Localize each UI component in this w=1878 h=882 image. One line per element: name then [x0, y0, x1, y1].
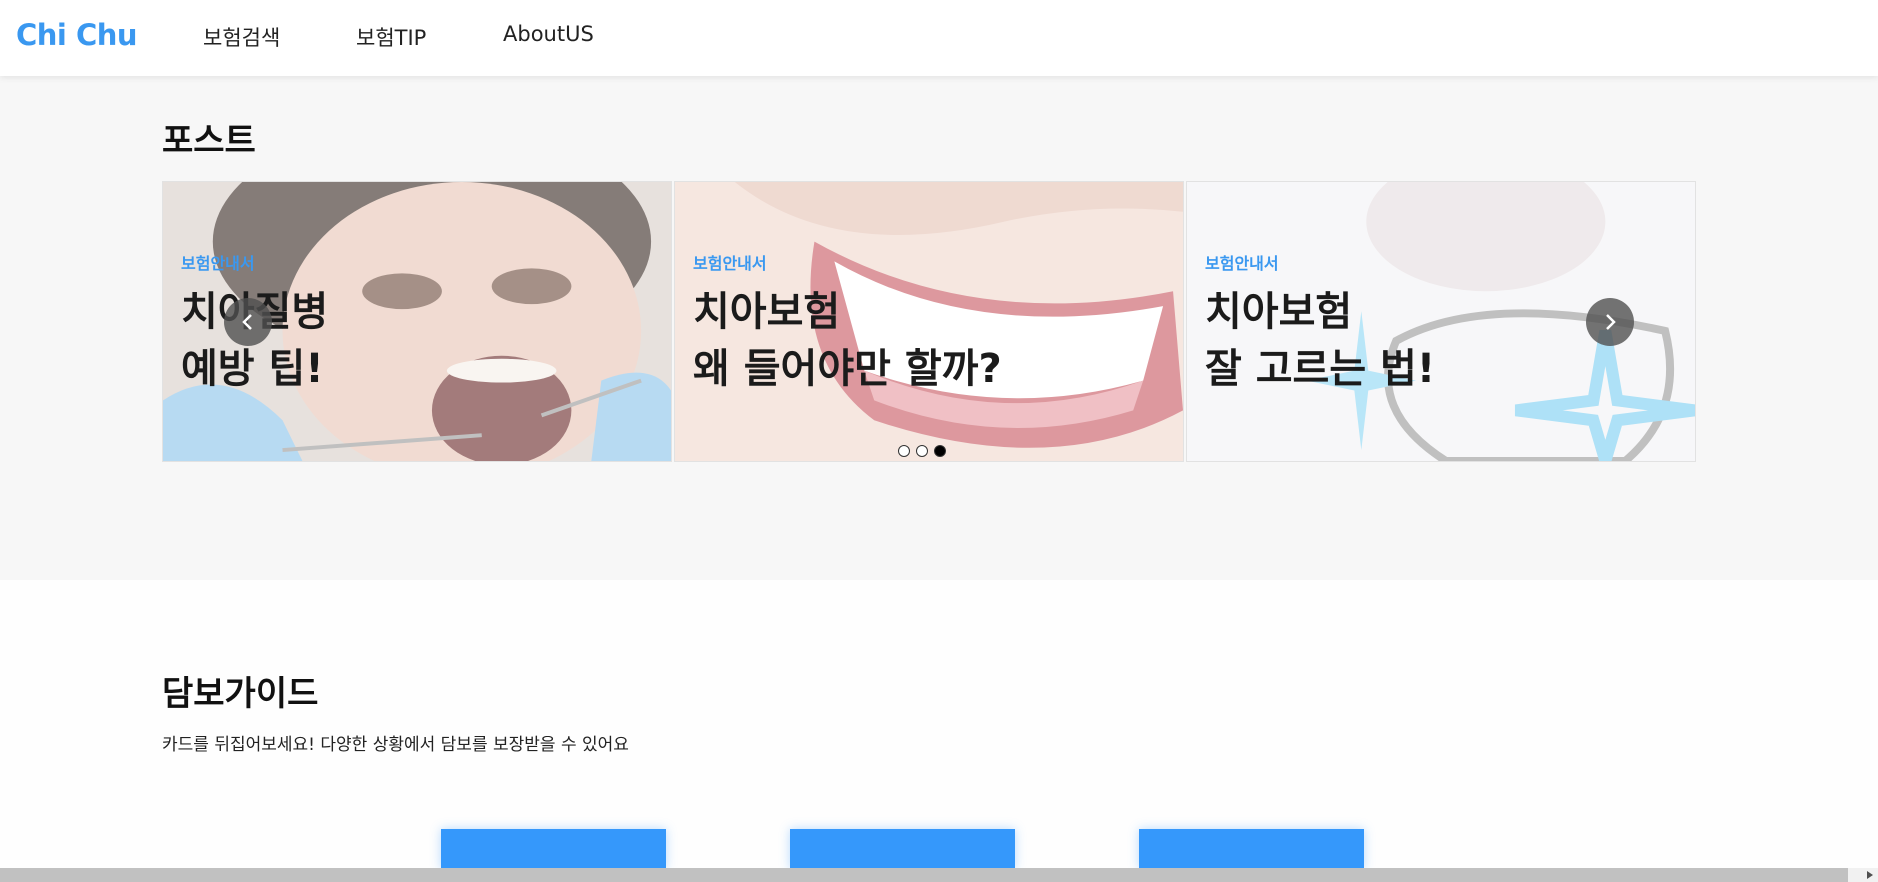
card-title: 치아보험 왜 들어야만 할까?	[693, 284, 1002, 398]
coverage-flip-card[interactable]	[441, 829, 666, 869]
chevron-left-icon	[242, 314, 252, 330]
guide-section-title: 담보가이드	[162, 674, 319, 714]
card-title: 치아보험 잘 고르는 법!	[1205, 284, 1435, 398]
card-title-line2: 왜 들어야만 할까?	[693, 346, 1002, 392]
pagination-dot[interactable]	[916, 445, 928, 457]
scrollbar-thumb[interactable]	[0, 868, 1848, 882]
post-card[interactable]: 보험안내서 치아보험 왜 들어야만 할까?	[674, 181, 1184, 462]
coverage-flip-card[interactable]	[790, 829, 1015, 869]
post-carousel: 보험안내서 치아질병 예방 팁! 보험안내서 치아보험 왜 들어야만 할까?	[162, 181, 1698, 463]
nav-insurance-tip[interactable]: 보험TIP	[356, 22, 426, 52]
chevron-right-icon	[1606, 314, 1616, 330]
carousel-pagination	[898, 445, 946, 457]
nav-insurance-search[interactable]: 보험검색	[203, 22, 280, 52]
pagination-dot[interactable]	[898, 445, 910, 457]
card-category: 보험안내서	[1205, 254, 1279, 273]
horizontal-scrollbar[interactable]	[0, 868, 1878, 882]
card-title-line1: 치아보험	[1205, 289, 1353, 335]
nav-about-us[interactable]: AboutUS	[503, 22, 594, 46]
triangle-right-icon	[1867, 871, 1873, 879]
pagination-dot-active[interactable]	[934, 445, 946, 457]
card-title-line2: 잘 고르는 법!	[1205, 346, 1436, 392]
logo[interactable]: Chi Chu	[16, 18, 138, 52]
top-header: Chi Chu 보험검색 보험TIP AboutUS	[0, 0, 1878, 76]
post-section-title: 포스트	[162, 121, 256, 161]
card-category: 보험안내서	[693, 254, 767, 273]
coverage-flip-card[interactable]	[1139, 829, 1364, 869]
card-category: 보험안내서	[181, 254, 255, 273]
carousel-prev-button[interactable]	[224, 298, 272, 346]
scroll-right-arrow[interactable]	[1862, 868, 1878, 882]
card-title-line2: 예방 팁!	[181, 346, 324, 392]
guide-subtitle: 카드를 뒤집어보세요! 다양한 상황에서 담보를 보장받을 수 있어요	[162, 735, 629, 755]
carousel-next-button[interactable]	[1586, 298, 1634, 346]
card-title-line1: 치아보험	[693, 289, 841, 335]
